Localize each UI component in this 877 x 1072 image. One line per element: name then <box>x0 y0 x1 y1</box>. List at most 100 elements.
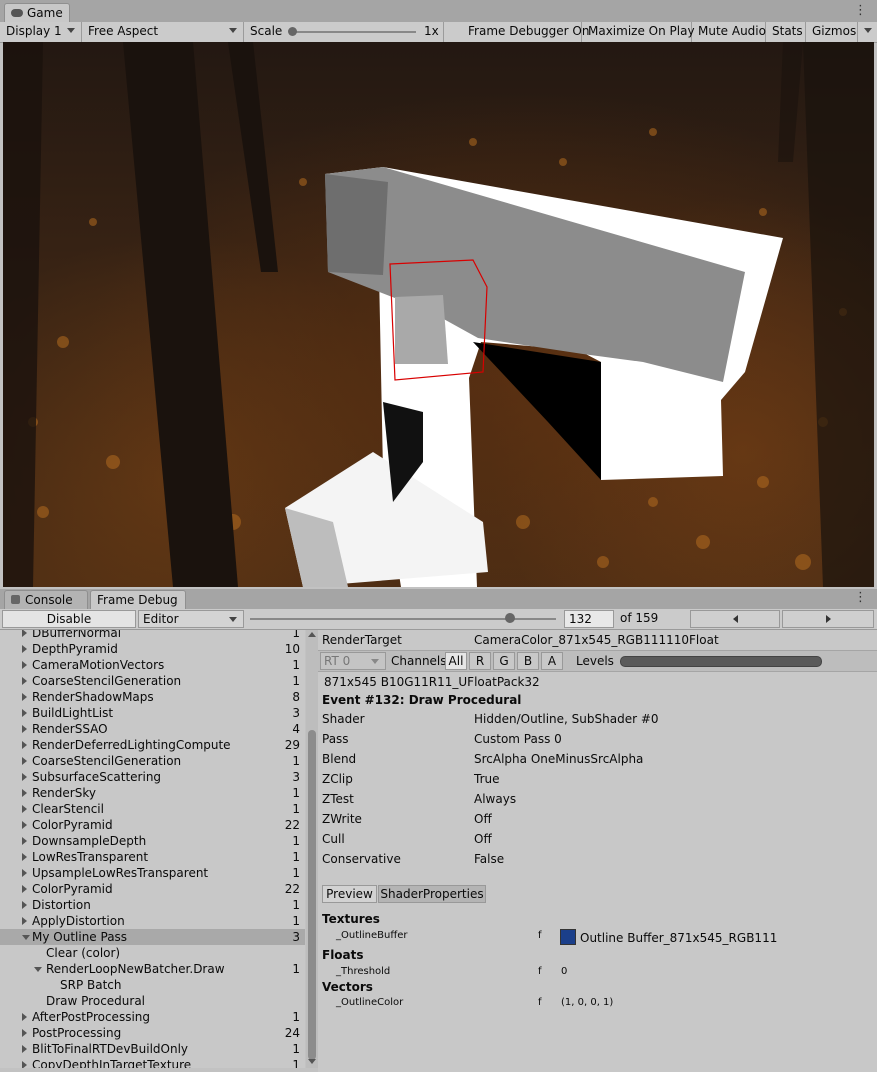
tab-game[interactable]: Game <box>4 3 70 22</box>
event-list-item[interactable]: RenderSky 1 <box>0 785 305 801</box>
event-list-item[interactable]: DepthPyramid 10 <box>0 641 305 657</box>
more-options-icon[interactable]: ⋮ <box>854 3 867 18</box>
expand-right-icon[interactable] <box>22 821 27 829</box>
expand-right-icon[interactable] <box>22 805 27 813</box>
target-dropdown[interactable]: Editor <box>138 610 244 628</box>
event-count: 29 <box>284 738 300 752</box>
aspect-dropdown[interactable]: Free Aspect <box>82 22 244 42</box>
event-count: 1 <box>292 786 300 800</box>
rt-select[interactable]: RT 0 <box>320 652 386 670</box>
scroll-up-icon[interactable] <box>308 632 316 637</box>
property-value: Hidden/Outline, SubShader #0 <box>474 712 659 726</box>
tab-preview[interactable]: Preview <box>322 885 377 903</box>
event-list-item[interactable]: RenderLoopNewBatcher.Draw 1 <box>0 961 305 977</box>
float-property-stage: f <box>538 966 542 977</box>
expand-right-icon[interactable] <box>22 661 27 669</box>
event-list-item[interactable]: SRP Batch <box>0 977 305 993</box>
expand-right-icon[interactable] <box>22 741 27 749</box>
event-list-item[interactable]: Draw Procedural <box>0 993 305 1009</box>
event-list-item[interactable]: DBufferNormal 1 <box>0 630 305 641</box>
expand-right-icon[interactable] <box>22 645 27 653</box>
expand-down-icon[interactable] <box>34 967 42 972</box>
event-list-item[interactable]: CameraMotionVectors 1 <box>0 657 305 673</box>
game-view[interactable] <box>3 42 874 587</box>
maximize-on-play-toggle[interactable]: Maximize On Play <box>582 22 695 42</box>
stats-toggle[interactable]: Stats <box>766 22 806 42</box>
event-list-item[interactable]: DownsampleDepth 1 <box>0 833 305 849</box>
expand-right-icon[interactable] <box>22 1013 27 1021</box>
expand-right-icon[interactable] <box>22 885 27 893</box>
expand-right-icon[interactable] <box>22 869 27 877</box>
expand-right-icon[interactable] <box>22 789 27 797</box>
display-value: Display 1 <box>6 24 62 38</box>
event-list-item[interactable]: RenderShadowMaps 8 <box>0 689 305 705</box>
event-list-scrollbar[interactable] <box>306 630 318 1068</box>
tab-frame-debug[interactable]: Frame Debug <box>90 590 186 609</box>
expand-right-icon[interactable] <box>22 1061 27 1068</box>
gizmos-toggle[interactable]: Gizmos <box>806 22 858 42</box>
event-list-item[interactable]: BlitToFinalRTDevBuildOnly 1 <box>0 1041 305 1057</box>
texture-thumbnail-icon[interactable] <box>560 929 576 945</box>
event-list-item[interactable]: UpsampleLowResTransparent 1 <box>0 865 305 881</box>
event-list-item[interactable]: ClearStencil 1 <box>0 801 305 817</box>
event-list-item[interactable]: CoarseStencilGeneration 1 <box>0 673 305 689</box>
expand-right-icon[interactable] <box>22 709 27 717</box>
expand-right-icon[interactable] <box>22 773 27 781</box>
event-list-item[interactable]: RenderSSAO 4 <box>0 721 305 737</box>
mute-audio-toggle[interactable]: Mute Audio <box>692 22 766 42</box>
channel-all-label: All <box>448 654 464 668</box>
tab-shader-properties[interactable]: ShaderProperties <box>378 885 486 903</box>
expand-right-icon[interactable] <box>22 917 27 925</box>
event-list-item[interactable]: Distortion 1 <box>0 897 305 913</box>
event-list-item[interactable]: AfterPostProcessing 1 <box>0 1009 305 1025</box>
channel-a-button[interactable]: A <box>541 652 563 670</box>
scale-slider-thumb[interactable] <box>288 27 297 36</box>
event-list-item[interactable]: PostProcessing 24 <box>0 1025 305 1041</box>
event-list-item[interactable]: CoarseStencilGeneration 1 <box>0 753 305 769</box>
event-slider-thumb[interactable] <box>505 613 516 623</box>
next-event-button[interactable] <box>782 610 874 628</box>
more-options-icon[interactable]: ⋮ <box>854 590 867 605</box>
event-index-input[interactable]: 132 <box>564 610 614 628</box>
event-list-item[interactable]: BuildLightList 3 <box>0 705 305 721</box>
event-label: CoarseStencilGeneration <box>32 754 182 768</box>
channel-r-button[interactable]: R <box>469 652 491 670</box>
levels-slider[interactable] <box>620 656 822 667</box>
event-list-item[interactable]: SubsurfaceScattering 3 <box>0 769 305 785</box>
expand-right-icon[interactable] <box>22 630 27 637</box>
expand-right-icon[interactable] <box>22 725 27 733</box>
event-label: SubsurfaceScattering <box>32 770 162 784</box>
event-list-item[interactable]: CopyDepthInTargetTexture 1 <box>0 1057 305 1068</box>
scrollbar-thumb[interactable] <box>308 730 316 1060</box>
channel-all-button[interactable]: All <box>445 652 467 670</box>
event-label: RenderSky <box>32 786 96 800</box>
expand-right-icon[interactable] <box>22 757 27 765</box>
expand-right-icon[interactable] <box>22 693 27 701</box>
event-list-item[interactable]: My Outline Pass 3 <box>0 929 305 945</box>
event-count: 1 <box>292 802 300 816</box>
expand-right-icon[interactable] <box>22 1029 27 1037</box>
event-list-item[interactable]: ColorPyramid 22 <box>0 817 305 833</box>
expand-right-icon[interactable] <box>22 901 27 909</box>
disable-button[interactable]: Disable <box>2 610 136 628</box>
event-list-item[interactable]: ApplyDistortion 1 <box>0 913 305 929</box>
event-list-item[interactable]: ColorPyramid 22 <box>0 881 305 897</box>
event-list-item[interactable]: RenderDeferredLightingCompute 29 <box>0 737 305 753</box>
gizmos-dropdown[interactable] <box>858 22 877 42</box>
scale-slider-track[interactable] <box>292 31 416 33</box>
expand-down-icon[interactable] <box>22 935 30 940</box>
expand-right-icon[interactable] <box>22 1045 27 1053</box>
frame-debugger-toggle[interactable]: Frame Debugger On <box>462 22 589 42</box>
display-dropdown[interactable]: Display 1 <box>0 22 82 42</box>
channel-g-button[interactable]: G <box>493 652 515 670</box>
channel-b-button[interactable]: B <box>517 652 539 670</box>
tab-console[interactable]: Console <box>4 590 88 609</box>
expand-right-icon[interactable] <box>22 853 27 861</box>
expand-right-icon[interactable] <box>22 837 27 845</box>
prev-event-button[interactable] <box>690 610 780 628</box>
expand-right-icon[interactable] <box>22 677 27 685</box>
scroll-down-icon[interactable] <box>308 1059 316 1064</box>
event-list-item[interactable]: Clear (color) <box>0 945 305 961</box>
event-list-item[interactable]: LowResTransparent 1 <box>0 849 305 865</box>
vector-property-value: (1, 0, 0, 1) <box>561 997 614 1008</box>
